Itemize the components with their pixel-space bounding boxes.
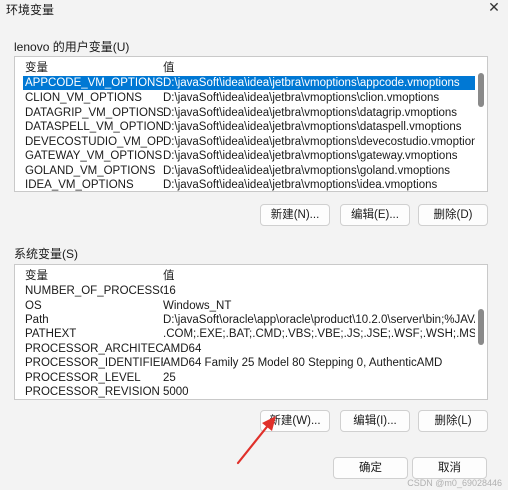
var-name: DATAGRIP_VM_OPTIONS: [25, 107, 163, 119]
var-value: D:\javaSoft\idea\idea\jetbra\vmoptions\i…: [163, 179, 438, 191]
var-value: AMD64 Family 25 Model 80 Stepping 0, Aut…: [163, 357, 443, 369]
list-item[interactable]: IDEA_VM_OPTIONS D:\javaSoft\idea\idea\je…: [23, 178, 475, 191]
list-item[interactable]: PROCESSOR_LEVEL 25: [23, 371, 475, 385]
title-bar: 环境变量 ✕: [0, 0, 508, 22]
column-header-value[interactable]: 值: [163, 269, 475, 283]
column-header-variable[interactable]: 变量: [25, 269, 163, 283]
system-vars-header: 变量 值: [23, 269, 475, 283]
var-value: 5000: [163, 386, 189, 398]
var-name: DATASPELL_VM_OPTIONS: [25, 121, 163, 133]
var-value: 16: [163, 285, 176, 297]
var-value: D:\javaSoft\idea\idea\jetbra\vmoptions\g…: [163, 165, 451, 177]
list-item[interactable]: GOLAND_VM_OPTIONS D:\javaSoft\idea\idea\…: [23, 164, 475, 178]
list-item[interactable]: PATHEXT .COM;.EXE;.BAT;.CMD;.VBS;.VBE;.J…: [23, 327, 475, 341]
var-name: OS: [25, 300, 42, 312]
var-name: Path: [25, 314, 49, 326]
user-vars-label: lenovo 的用户变量(U): [14, 40, 130, 54]
var-value: D:\javaSoft\idea\idea\jetbra\vmoptions\d…: [163, 107, 458, 119]
ok-button[interactable]: 确定: [333, 457, 408, 479]
list-item[interactable]: NUMBER_OF_PROCESSORS 16: [23, 284, 475, 298]
var-name: GOLAND_VM_OPTIONS: [25, 165, 156, 177]
list-item[interactable]: Path D:\javaSoft\oracle\app\oracle\produ…: [23, 313, 475, 327]
user-vars-list[interactable]: 变量 值 APPCODE_VM_OPTIONS D:\javaSoft\idea…: [14, 56, 488, 192]
var-name: CLION_VM_OPTIONS: [25, 92, 142, 104]
red-arrow-annotation: [236, 416, 276, 465]
user-delete-button[interactable]: 删除(D): [418, 204, 488, 226]
user-vars-scrollbar[interactable]: [478, 73, 484, 107]
var-name: PROCESSOR_IDENTIFIER: [25, 357, 163, 369]
var-name: PROCESSOR_ARCHITECTU...: [25, 343, 163, 355]
list-item[interactable]: CLION_VM_OPTIONS D:\javaSoft\idea\idea\j…: [23, 91, 475, 105]
list-item[interactable]: PROCESSOR_REVISION 5000: [23, 385, 475, 399]
system-edit-button[interactable]: 编辑(I)...: [340, 410, 410, 432]
list-item[interactable]: DATASPELL_VM_OPTIONS D:\javaSoft\idea\id…: [23, 120, 475, 134]
var-value: AMD64: [163, 343, 202, 355]
list-item[interactable]: PROCESSOR_IDENTIFIER AMD64 Family 25 Mod…: [23, 356, 475, 370]
var-name: NUMBER_OF_PROCESSORS: [25, 285, 163, 297]
var-value: .COM;.EXE;.BAT;.CMD;.VBS;.VBE;.JS;.JSE;.…: [163, 328, 475, 340]
user-edit-button[interactable]: 编辑(E)...: [340, 204, 410, 226]
close-icon[interactable]: ✕: [486, 0, 502, 16]
var-name: DEVECOSTUDIO_VM_OPTI...: [25, 136, 163, 148]
list-item[interactable]: GATEWAY_VM_OPTIONS D:\javaSoft\idea\idea…: [23, 149, 475, 163]
list-item[interactable]: OS Windows_NT: [23, 299, 475, 313]
var-name: GATEWAY_VM_OPTIONS: [25, 150, 163, 162]
system-vars-list[interactable]: 变量 值 NUMBER_OF_PROCESSORS 16 OS Windows_…: [14, 264, 488, 400]
var-value: 25: [163, 372, 176, 384]
var-name: PROCESSOR_LEVEL: [25, 372, 141, 384]
list-item[interactable]: PROCESSOR_ARCHITECTU... AMD64: [23, 342, 475, 356]
column-header-variable[interactable]: 变量: [25, 61, 163, 75]
user-vars-header: 变量 值: [23, 61, 475, 75]
system-vars-label: 系统变量(S): [14, 247, 78, 261]
var-value: D:\javaSoft\oracle\app\oracle\product\10…: [163, 314, 475, 326]
list-item[interactable]: DEVECOSTUDIO_VM_OPTI... D:\javaSoft\idea…: [23, 135, 475, 149]
var-value: D:\javaSoft\idea\idea\jetbra\vmoptions\d…: [163, 136, 475, 148]
user-new-button[interactable]: 新建(N)...: [260, 204, 330, 226]
system-vars-scrollbar[interactable]: [478, 309, 484, 345]
var-name: PROCESSOR_REVISION: [25, 386, 160, 398]
var-value: D:\javaSoft\idea\idea\jetbra\vmoptions\g…: [163, 150, 458, 162]
window-title: 环境变量: [6, 3, 55, 17]
column-header-value[interactable]: 值: [163, 61, 475, 75]
var-name: PATHEXT: [25, 328, 77, 340]
var-value: D:\javaSoft\idea\idea\jetbra\vmoptions\c…: [163, 92, 440, 104]
var-value: Windows_NT: [163, 300, 232, 312]
cancel-button[interactable]: 取消: [412, 457, 487, 479]
var-name: IDEA_VM_OPTIONS: [25, 179, 134, 191]
var-name: APPCODE_VM_OPTIONS: [25, 77, 163, 89]
list-item[interactable]: APPCODE_VM_OPTIONS D:\javaSoft\idea\idea…: [23, 76, 475, 90]
var-value: D:\javaSoft\idea\idea\jetbra\vmoptions\d…: [163, 121, 462, 133]
system-delete-button[interactable]: 删除(L): [418, 410, 488, 432]
watermark: CSDN @m0_69028446: [407, 478, 502, 488]
var-value: D:\javaSoft\idea\idea\jetbra\vmoptions\a…: [163, 77, 460, 89]
list-item[interactable]: DATAGRIP_VM_OPTIONS D:\javaSoft\idea\ide…: [23, 106, 475, 120]
